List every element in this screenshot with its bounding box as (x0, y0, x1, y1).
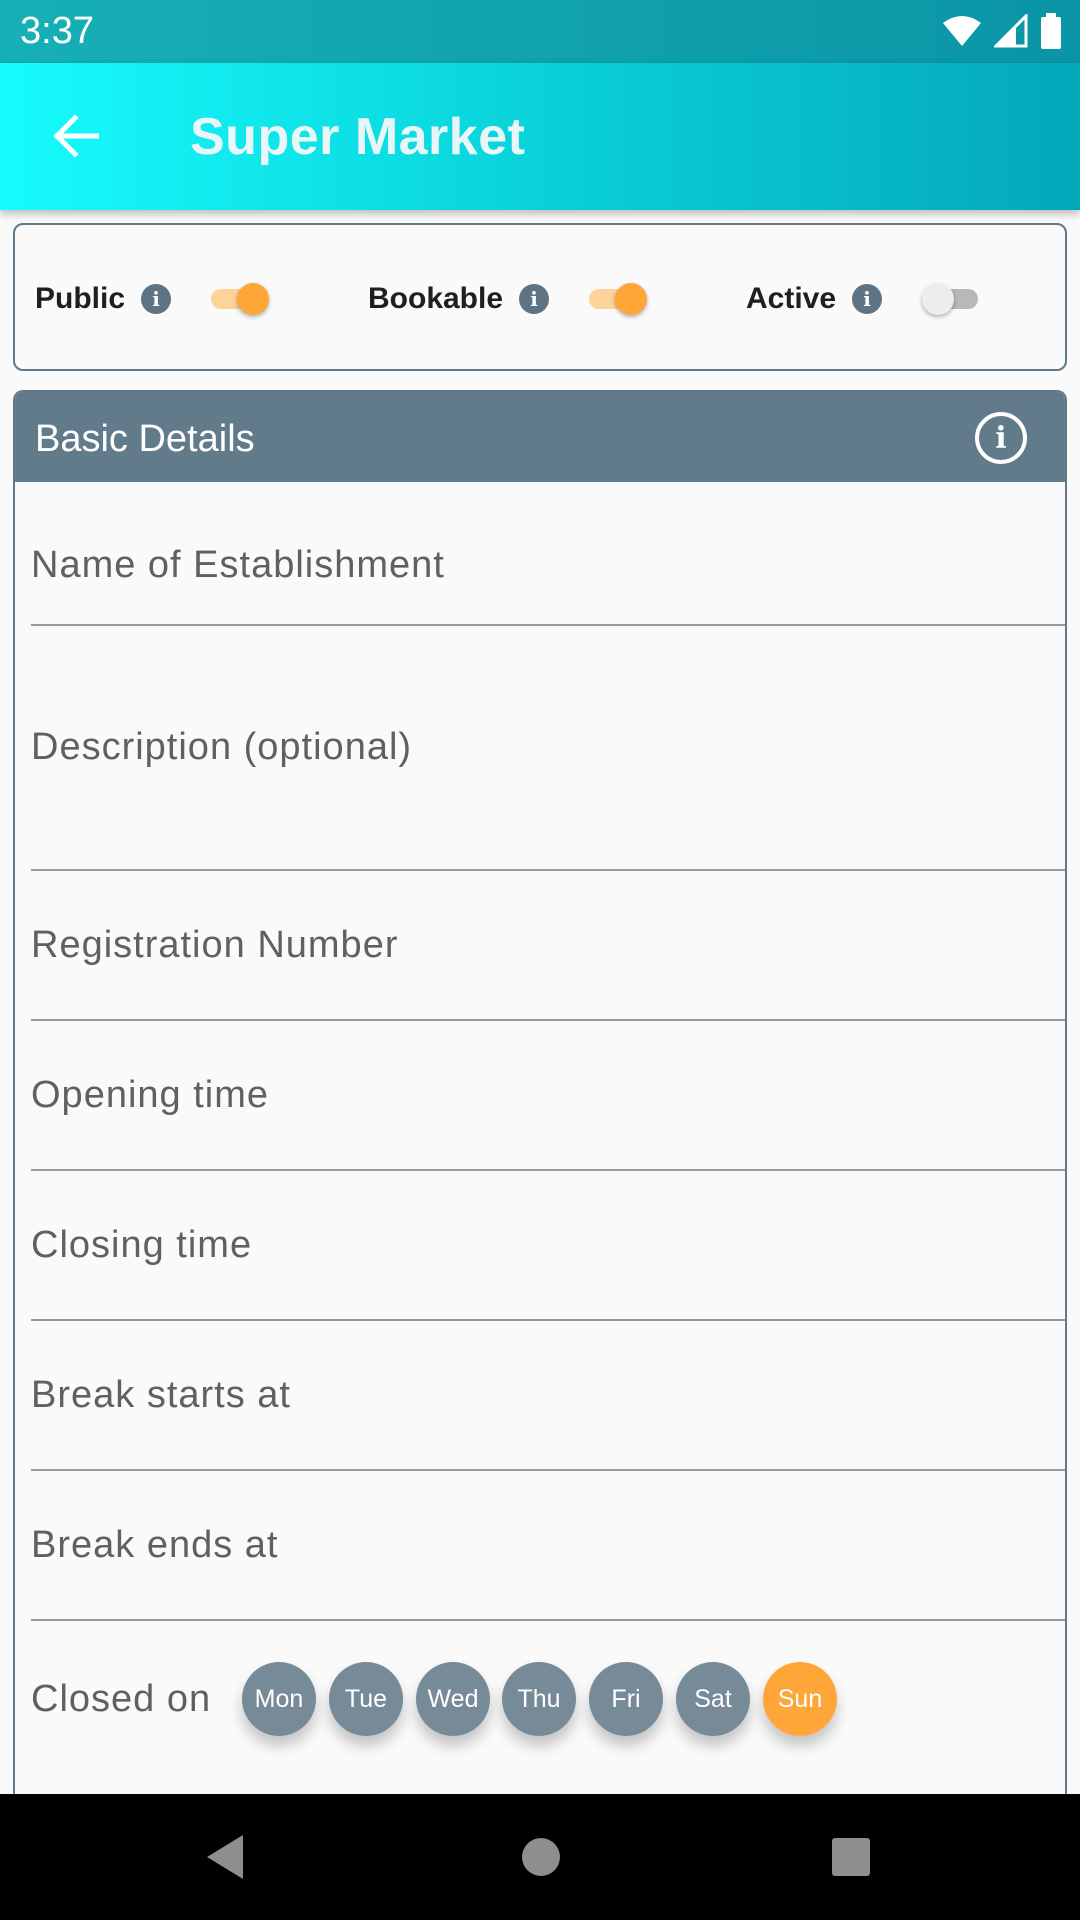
square-recents-icon (832, 1838, 870, 1876)
basic-details-header: Basic Details i (15, 392, 1065, 482)
day-chip-fri[interactable]: Fri (589, 1662, 663, 1736)
visibility-toggles-card: Public i Bookable i Active i (13, 223, 1067, 371)
arrow-left-icon (53, 114, 99, 158)
active-info-icon[interactable]: i (852, 284, 883, 314)
day-chip-wed[interactable]: Wed (416, 1662, 490, 1736)
status-time: 3:37 (20, 10, 94, 52)
field-label: Name of Establishment (31, 544, 445, 586)
nav-home-button[interactable] (506, 1822, 576, 1892)
back-button[interactable] (30, 101, 120, 171)
status-bar: 3:37 (0, 0, 1080, 63)
toggle-public-label: Public (35, 282, 126, 315)
description-field[interactable]: Description (optional) (31, 626, 1065, 871)
public-info-icon[interactable]: i (141, 284, 172, 314)
battery-icon (1041, 13, 1061, 49)
closing-time-field[interactable]: Closing time (31, 1171, 1065, 1321)
switch-knob (237, 283, 270, 315)
toggle-active: Active i (746, 277, 982, 321)
toggle-bookable-label: Bookable (368, 282, 504, 315)
day-chip-tue[interactable]: Tue (329, 1662, 403, 1736)
toggle-public: Public i (35, 277, 270, 321)
info-circle-icon[interactable]: i (975, 412, 1027, 464)
day-chip-thu[interactable]: Thu (502, 1662, 576, 1736)
nav-back-button[interactable] (190, 1822, 260, 1892)
day-chip-mon[interactable]: Mon (242, 1662, 316, 1736)
nav-recents-button[interactable] (816, 1822, 886, 1892)
field-label: Description (optional) (31, 726, 413, 768)
toggle-bookable: Bookable i (368, 277, 648, 321)
active-switch[interactable] (922, 279, 982, 319)
triangle-back-icon (207, 1835, 243, 1879)
public-switch[interactable] (207, 279, 270, 319)
closed-on-row: Closed on Mon Tue Wed Thu Fri Sat Sun (31, 1660, 1065, 1740)
bookable-switch[interactable] (585, 279, 648, 319)
page-title: Super Market (190, 108, 526, 166)
opening-time-field[interactable]: Opening time (31, 1021, 1065, 1171)
wifi-icon (943, 16, 981, 46)
registration-number-field[interactable]: Registration Number (31, 871, 1065, 1021)
switch-knob (922, 283, 955, 315)
field-label: Break starts at (31, 1374, 291, 1416)
circle-home-icon (522, 1838, 560, 1876)
app-bar: Super Market (0, 63, 1080, 210)
field-label: Opening time (31, 1074, 270, 1116)
field-label: Break ends at (31, 1524, 279, 1566)
signal-icon (994, 14, 1028, 48)
break-ends-field[interactable]: Break ends at (31, 1471, 1065, 1621)
bookable-info-icon[interactable]: i (519, 284, 550, 314)
system-nav-bar (0, 1794, 1080, 1920)
basic-details-card: Basic Details i Name of Establishment De… (13, 390, 1067, 1840)
basic-details-title: Basic Details (35, 418, 255, 460)
switch-knob (615, 283, 648, 315)
day-chip-sat[interactable]: Sat (676, 1662, 750, 1736)
day-chip-sun[interactable]: Sun (763, 1662, 837, 1736)
closed-on-label: Closed on (31, 1678, 212, 1720)
name-of-establishment-field[interactable]: Name of Establishment (31, 482, 1065, 626)
toggle-active-label: Active (746, 282, 837, 315)
field-label: Registration Number (31, 924, 399, 966)
status-icons (942, 12, 1062, 50)
field-label: Closing time (31, 1224, 253, 1266)
break-starts-field[interactable]: Break starts at (31, 1321, 1065, 1471)
